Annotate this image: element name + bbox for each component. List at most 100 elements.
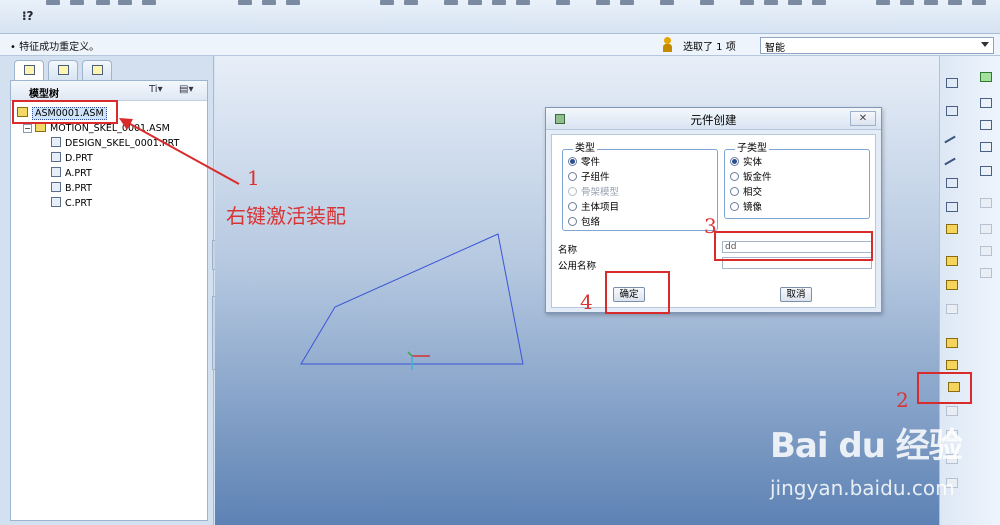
toolbar-icon[interactable] xyxy=(444,0,458,5)
curve-icon[interactable] xyxy=(944,154,960,173)
draft-icon[interactable] xyxy=(978,222,994,236)
annotation-step1: 1 xyxy=(247,166,260,190)
shell-icon[interactable] xyxy=(978,196,994,210)
type-option-bulk-item[interactable]: 主体项目 xyxy=(568,201,619,215)
toolbar-icon[interactable] xyxy=(788,0,802,5)
toolbar-icon[interactable] xyxy=(468,0,482,5)
radio-icon xyxy=(730,202,739,211)
analysis-icon[interactable] xyxy=(944,222,960,236)
toolbar-icon[interactable] xyxy=(620,0,634,5)
radio-icon xyxy=(568,187,577,196)
cancel-button[interactable]: 取消 xyxy=(780,287,812,302)
dialog-titlebar[interactable]: 元件创建 ✕ xyxy=(546,108,881,130)
subtype-option-solid[interactable]: 实体 xyxy=(730,156,762,170)
blend-icon[interactable] xyxy=(978,140,994,154)
baidu-watermark: Bai du 经验 jingyan.baidu.com xyxy=(770,418,1000,523)
toolbar-icon[interactable] xyxy=(876,0,890,5)
sketch-tool-icon[interactable] xyxy=(944,254,960,268)
faded-tool-icon[interactable] xyxy=(944,404,960,418)
tree-item-d-prt[interactable]: D.PRT xyxy=(51,152,93,166)
annotation-arrow xyxy=(119,118,240,185)
selection-filter-value: 智能 xyxy=(765,43,785,54)
toolbar-icon[interactable] xyxy=(660,0,674,5)
toolbar-icon[interactable] xyxy=(142,0,156,5)
tree-show-button[interactable]: ▤▾ xyxy=(179,84,201,98)
tree-item-c-prt[interactable]: C.PRT xyxy=(51,197,92,211)
watermark-logo: Bai du 经验 xyxy=(770,426,963,466)
sketch-edit-icon[interactable] xyxy=(944,278,960,292)
toolbar-icon[interactable] xyxy=(262,0,276,5)
toolbar-icon[interactable] xyxy=(948,0,962,5)
toolbar-icon[interactable] xyxy=(812,0,826,5)
dialog-footer: 确定 取消 xyxy=(551,280,876,308)
tab-folder-browser[interactable] xyxy=(48,60,78,80)
sketch-quadrilateral[interactable] xyxy=(300,233,524,365)
sketch-line-icon[interactable] xyxy=(944,132,960,151)
annotation-step3: 3 xyxy=(704,214,717,238)
annotation-step4: 4 xyxy=(580,290,593,314)
revolve-icon[interactable] xyxy=(978,96,994,110)
tab-model-tree[interactable] xyxy=(14,60,44,81)
status-message: • 特征成功重定义。 xyxy=(10,42,100,53)
toolbar-icon[interactable] xyxy=(972,0,986,5)
tree-item-b-prt[interactable]: B.PRT xyxy=(51,182,92,196)
part-icon xyxy=(51,197,61,207)
toolbar-icon[interactable] xyxy=(700,0,714,5)
toolbar-icon[interactable] xyxy=(96,0,110,5)
sketch-faded-icon[interactable] xyxy=(944,302,960,316)
radio-icon xyxy=(730,187,739,196)
pattern-icon[interactable] xyxy=(978,266,994,280)
selection-filter-dropdown[interactable]: 智能 xyxy=(760,37,994,54)
boundary-blend-icon[interactable] xyxy=(978,164,994,178)
toolbar-icon[interactable] xyxy=(70,0,84,5)
radio-icon xyxy=(568,172,577,181)
toolbar-icon[interactable] xyxy=(900,0,914,5)
sweep-icon[interactable] xyxy=(978,118,994,132)
toolbar-icon[interactable] xyxy=(286,0,300,5)
datum-axis-icon[interactable] xyxy=(944,104,960,118)
package-icon[interactable] xyxy=(944,358,960,372)
toolbar-icon[interactable] xyxy=(46,0,60,5)
type-option-envelope[interactable]: 包络 xyxy=(568,216,600,230)
collapse-icon[interactable]: − xyxy=(23,124,32,133)
toolbar-icon[interactable] xyxy=(238,0,252,5)
type-option-subassembly[interactable]: 子组件 xyxy=(568,171,610,185)
assemble-icon[interactable] xyxy=(944,336,960,350)
radio-icon xyxy=(568,202,577,211)
toolbar-icon[interactable] xyxy=(740,0,754,5)
toolbar-icon[interactable] xyxy=(404,0,418,5)
rib-icon[interactable] xyxy=(978,244,994,258)
toolbar-icon[interactable] xyxy=(118,0,132,5)
toolbar-icon[interactable] xyxy=(492,0,506,5)
radio-icon xyxy=(730,157,739,166)
csys-tool-icon[interactable] xyxy=(944,200,960,214)
subtype-option-intersect[interactable]: 相交 xyxy=(730,186,762,200)
datum-display-icon[interactable] xyxy=(978,70,994,84)
subtype-group-title: 子类型 xyxy=(735,143,769,154)
toolbar-icon[interactable] xyxy=(380,0,394,5)
whats-this-icon[interactable]: ⁝? xyxy=(22,9,34,23)
type-group: 类型 零件 子组件 骨架模型 主体项目 包络 xyxy=(562,143,718,231)
close-button[interactable]: ✕ xyxy=(850,111,876,126)
tab-favorites[interactable] xyxy=(82,60,112,80)
csys-icon xyxy=(407,351,430,370)
subtype-option-mirror[interactable]: 镜像 xyxy=(730,201,762,215)
chevron-down-icon xyxy=(981,42,989,47)
type-option-part[interactable]: 零件 xyxy=(568,156,600,170)
toolbar-icon[interactable] xyxy=(924,0,938,5)
tree-settings-button[interactable]: Ti▾ xyxy=(149,84,171,98)
tree-item-a-prt[interactable]: A.PRT xyxy=(51,167,92,181)
subtype-option-sheetmetal[interactable]: 钣金件 xyxy=(730,171,772,185)
toolbar-icon[interactable] xyxy=(556,0,570,5)
common-name-label: 公用名称 xyxy=(558,261,597,272)
toolbar-icon[interactable] xyxy=(596,0,610,5)
datum-point-icon[interactable] xyxy=(944,176,960,190)
name-label: 名称 xyxy=(558,245,578,256)
selection-person-icon xyxy=(662,37,672,52)
toolbar-icon[interactable] xyxy=(516,0,530,5)
datum-plane-icon[interactable] xyxy=(944,76,960,90)
toolbar-icon[interactable] xyxy=(764,0,778,5)
radio-icon xyxy=(568,157,577,166)
type-option-skeleton: 骨架模型 xyxy=(568,186,619,200)
tree-icon xyxy=(24,65,35,75)
